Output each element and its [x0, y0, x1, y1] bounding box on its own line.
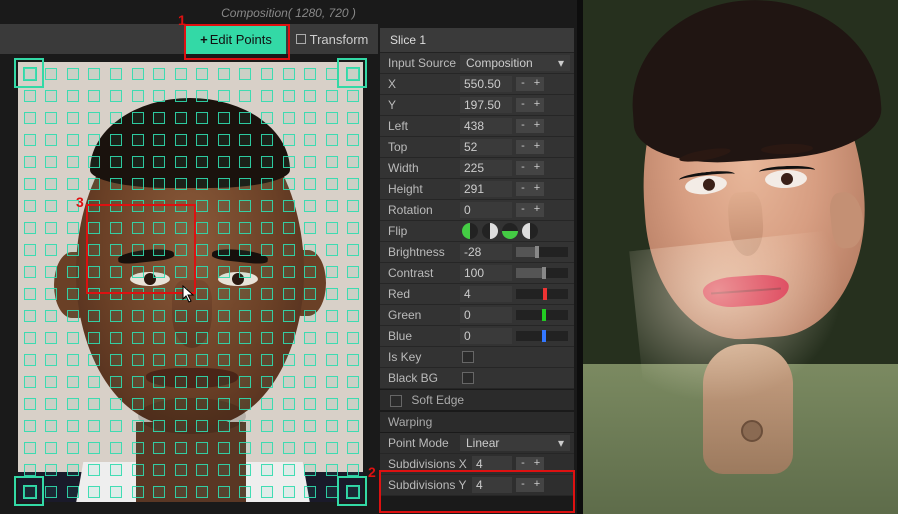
- left-stepper[interactable]: -+: [516, 119, 544, 133]
- row-top: Top 52 -+: [380, 137, 574, 158]
- row-is-key: Is Key: [380, 347, 574, 368]
- row-black-bg: Black BG: [380, 368, 574, 389]
- brightness-slider[interactable]: [516, 247, 568, 257]
- black-bg-checkbox[interactable]: [462, 372, 474, 384]
- point-mode-select[interactable]: Linear ▾: [460, 435, 570, 451]
- transform-label: Transform: [310, 32, 369, 47]
- left-field[interactable]: 438: [460, 118, 512, 134]
- flip-v-icon[interactable]: [502, 223, 518, 239]
- warp-canvas[interactable]: 3: [18, 62, 363, 502]
- width-field[interactable]: 225: [460, 160, 512, 176]
- row-brightness: Brightness -28: [380, 242, 574, 263]
- contrast-field[interactable]: 100: [460, 265, 512, 281]
- transform-button[interactable]: Transform: [286, 24, 378, 54]
- top-field[interactable]: 52: [460, 139, 512, 155]
- chevron-down-icon: ▾: [558, 436, 564, 450]
- toolbar-spacer: [0, 24, 186, 54]
- y-field[interactable]: 197.50: [460, 97, 512, 113]
- corner-handle-tr[interactable]: [337, 58, 367, 88]
- flip-none-icon[interactable]: [462, 223, 478, 239]
- row-width: Width 225 -+: [380, 158, 574, 179]
- edit-points-button[interactable]: + Edit Points: [186, 24, 286, 54]
- corner-handle-tl[interactable]: [14, 58, 44, 88]
- composition-title: Composition( 1280, 720 ): [0, 0, 577, 24]
- x-stepper[interactable]: -+: [516, 77, 544, 91]
- row-subdiv-y: Subdivisions Y 4 -+: [380, 475, 574, 496]
- height-field[interactable]: 291: [460, 181, 512, 197]
- green-slider[interactable]: [516, 310, 568, 320]
- subdiv-x-stepper[interactable]: -+: [516, 457, 544, 471]
- row-y: Y 197.50 -+: [380, 95, 574, 116]
- blue-slider[interactable]: [516, 331, 568, 341]
- transform-icon: [296, 34, 306, 44]
- properties-panel: Slice 1 Input Source Composition ▾ X 550…: [380, 28, 574, 496]
- blue-field[interactable]: 0: [460, 328, 512, 344]
- input-source-select[interactable]: Composition ▾: [460, 55, 570, 71]
- row-flip: Flip: [380, 221, 574, 242]
- row-rotation: Rotation 0 -+: [380, 200, 574, 221]
- height-stepper[interactable]: -+: [516, 182, 544, 196]
- warping-section[interactable]: Warping: [380, 411, 574, 433]
- width-stepper[interactable]: -+: [516, 161, 544, 175]
- red-field[interactable]: 4: [460, 286, 512, 302]
- soft-edge-checkbox[interactable]: [390, 395, 402, 407]
- editor-panel: Composition( 1280, 720 ) + Edit Points T…: [0, 0, 577, 514]
- top-stepper[interactable]: -+: [516, 140, 544, 154]
- rotation-stepper[interactable]: -+: [516, 203, 544, 217]
- corner-handle-bl[interactable]: [14, 476, 44, 506]
- is-key-checkbox[interactable]: [462, 351, 474, 363]
- subdiv-y-field[interactable]: 4: [472, 477, 512, 493]
- corner-handle-br[interactable]: [337, 476, 367, 506]
- y-stepper[interactable]: -+: [516, 98, 544, 112]
- rotation-field[interactable]: 0: [460, 202, 512, 218]
- row-input-source: Input Source Composition ▾: [380, 53, 574, 74]
- green-field[interactable]: 0: [460, 307, 512, 323]
- row-subdiv-x: Subdivisions X 4 -+: [380, 454, 574, 475]
- annotation-label-2: 2: [368, 464, 376, 480]
- row-x: X 550.50 -+: [380, 74, 574, 95]
- row-blue: Blue 0: [380, 326, 574, 347]
- row-left: Left 438 -+: [380, 116, 574, 137]
- row-point-mode: Point Mode Linear ▾: [380, 433, 574, 454]
- annotation-label-3: 3: [76, 194, 84, 210]
- slice-title: Slice 1: [380, 28, 574, 53]
- row-height: Height 291 -+: [380, 179, 574, 200]
- source-image: [18, 62, 363, 502]
- flip-h-icon[interactable]: [482, 223, 498, 239]
- row-green: Green 0: [380, 305, 574, 326]
- contrast-slider[interactable]: [516, 268, 568, 278]
- soft-edge-section[interactable]: Soft Edge: [380, 389, 574, 411]
- red-slider[interactable]: [516, 289, 568, 299]
- x-field[interactable]: 550.50: [460, 76, 512, 92]
- row-contrast: Contrast 100: [380, 263, 574, 284]
- edit-points-label: Edit Points: [210, 32, 272, 47]
- flip-both-icon[interactable]: [522, 223, 538, 239]
- brightness-field[interactable]: -28: [460, 244, 512, 260]
- result-photo: [583, 0, 898, 514]
- chevron-down-icon: ▾: [558, 56, 564, 70]
- annotation-label-1: 1: [178, 12, 186, 28]
- plus-icon: +: [200, 32, 208, 47]
- subdiv-y-stepper[interactable]: -+: [516, 478, 544, 492]
- subdiv-x-field[interactable]: 4: [472, 456, 512, 472]
- row-red: Red 4: [380, 284, 574, 305]
